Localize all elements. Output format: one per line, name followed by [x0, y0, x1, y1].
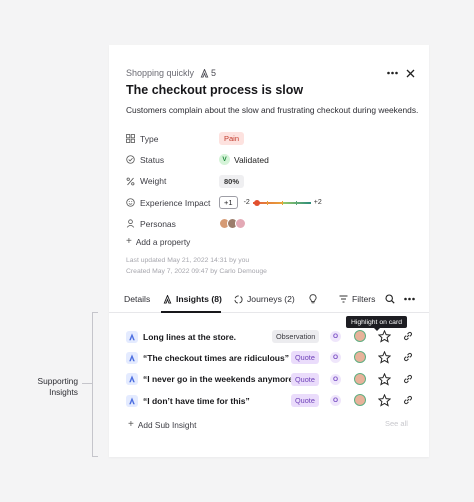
- property-experience-impact: Experience Impact +1 -2 +2: [126, 192, 416, 213]
- link-icon[interactable]: [402, 373, 414, 385]
- impact-slider[interactable]: [252, 198, 311, 207]
- annotation-bracket: [92, 312, 98, 457]
- insight-type-badge: Observation: [272, 330, 320, 344]
- tab-bar: Details Insights (8) Journeys (2) Filter…: [109, 288, 429, 313]
- filters-button[interactable]: Filters: [339, 294, 375, 304]
- property-personas: Personas: [126, 213, 416, 234]
- tab-details[interactable]: Details: [124, 294, 150, 304]
- observation-badge: O: [330, 331, 341, 342]
- persona-avatars[interactable]: [219, 218, 246, 230]
- check-circle-icon: [126, 155, 135, 165]
- card-header: Shopping quickly 5: [126, 66, 415, 80]
- property-label: Type: [140, 133, 159, 144]
- star-icon[interactable]: [378, 330, 391, 343]
- property-status: Status V Validated: [126, 149, 416, 170]
- type-value-badge[interactable]: Pain: [219, 132, 245, 146]
- insight-row[interactable]: “The checkout times are ridiculous” Quot…: [126, 347, 416, 368]
- link-icon[interactable]: [402, 394, 414, 406]
- more-options-button[interactable]: [387, 71, 398, 75]
- insight-icon: [163, 294, 172, 304]
- observation-badge: O: [330, 373, 341, 385]
- annotation-connector: [82, 383, 92, 384]
- close-icon: [406, 69, 415, 77]
- status-text: Validated: [234, 154, 269, 165]
- tab-journeys[interactable]: Journeys (2): [234, 294, 295, 304]
- plus-icon: +: [126, 236, 132, 247]
- star-icon[interactable]: [378, 351, 391, 364]
- property-label: Personas: [140, 218, 176, 229]
- insight-icon: [126, 330, 138, 343]
- tab-insights[interactable]: Insights (8): [163, 294, 222, 304]
- avatar[interactable]: [354, 393, 366, 406]
- grid-icon: [126, 134, 135, 144]
- face-icon: [126, 198, 135, 207]
- close-button[interactable]: [406, 69, 415, 78]
- property-label: Experience Impact: [140, 197, 211, 208]
- insight-text: “I don’t have time for this”: [143, 395, 250, 406]
- more-horizontal-icon: [387, 71, 398, 75]
- property-label: Status: [140, 154, 165, 165]
- percent-icon: [126, 177, 135, 186]
- impact-value: +1 -2 +2: [219, 196, 322, 210]
- insight-type-badge: Quote: [291, 394, 319, 408]
- insights-list: Long lines at the store. Observation O “…: [126, 326, 416, 411]
- avatar[interactable]: [354, 372, 366, 385]
- active-tab-indicator: [161, 311, 221, 313]
- property-weight: Weight 80%: [126, 171, 416, 192]
- annotation-label: Supporting Insights: [37, 376, 78, 397]
- slider-handle[interactable]: [253, 199, 260, 206]
- add-sub-insight-button[interactable]: + Add Sub Insight: [128, 419, 196, 430]
- card-description: Customers complain about the slow and fr…: [126, 105, 419, 115]
- observation-badge: O: [330, 394, 341, 406]
- tab-more-button[interactable]: [404, 297, 419, 301]
- star-icon[interactable]: [378, 393, 391, 407]
- insight-count: 5: [200, 68, 216, 78]
- link-icon[interactable]: [402, 351, 414, 363]
- insight-row[interactable]: “I don’t have time for this” Quote O: [126, 390, 416, 411]
- impact-score[interactable]: +1: [219, 196, 238, 210]
- person-icon: [126, 219, 135, 228]
- add-property-button[interactable]: + Add a property: [126, 236, 190, 247]
- last-updated: Last updated May 21, 2022 14:31 by you: [126, 257, 250, 264]
- insight-icon: [126, 351, 138, 364]
- card-title: The checkout process is slow: [126, 83, 304, 97]
- search-button[interactable]: [385, 294, 399, 304]
- plus-icon: +: [128, 419, 134, 430]
- insight-text: Long lines at the store.: [143, 331, 237, 342]
- insight-row[interactable]: “I never go in the weekends anymore” Quo…: [126, 369, 416, 390]
- journey-icon: [234, 294, 243, 304]
- insight-type-badge: Quote: [291, 372, 319, 386]
- insight-row[interactable]: Long lines at the store. Observation O: [126, 326, 416, 347]
- insight-text: “The checkout times are ridiculous”: [143, 352, 289, 363]
- star-icon[interactable]: [378, 372, 391, 386]
- properties-list: Type Pain Status V Validated Weight 80%: [126, 128, 416, 234]
- link-icon[interactable]: [402, 330, 414, 342]
- avatar[interactable]: [354, 330, 366, 342]
- property-label: Weight: [140, 176, 167, 187]
- insight-icon: [126, 394, 138, 407]
- tab-ideas[interactable]: [309, 294, 321, 304]
- insight-icon: [126, 373, 138, 386]
- filter-icon: [339, 295, 348, 303]
- insight-icon: [200, 68, 209, 78]
- impact-max-label: +2: [313, 199, 322, 207]
- impact-min-label: -2: [243, 199, 250, 207]
- insight-type-badge: Quote: [291, 351, 319, 365]
- lightbulb-icon: [309, 294, 317, 304]
- avatar[interactable]: [354, 351, 366, 364]
- see-all-link[interactable]: See all: [385, 419, 408, 428]
- avatar: [235, 218, 246, 230]
- status-value[interactable]: V Validated: [219, 154, 269, 166]
- insight-card: Shopping quickly 5 The checkout process …: [109, 45, 429, 457]
- property-type: Type Pain: [126, 128, 416, 149]
- observation-badge: O: [330, 352, 341, 364]
- created-info: Created May 7, 2022 09:47 by Carlo Demou…: [126, 268, 267, 275]
- more-horizontal-icon: [404, 297, 415, 301]
- insight-text: “I never go in the weekends anymore”: [143, 374, 298, 385]
- breadcrumb[interactable]: Shopping quickly: [126, 68, 194, 78]
- insight-count-value: 5: [211, 68, 217, 78]
- search-icon: [385, 294, 395, 304]
- validated-badge: V: [219, 154, 230, 166]
- weight-value-badge[interactable]: 80%: [219, 174, 245, 188]
